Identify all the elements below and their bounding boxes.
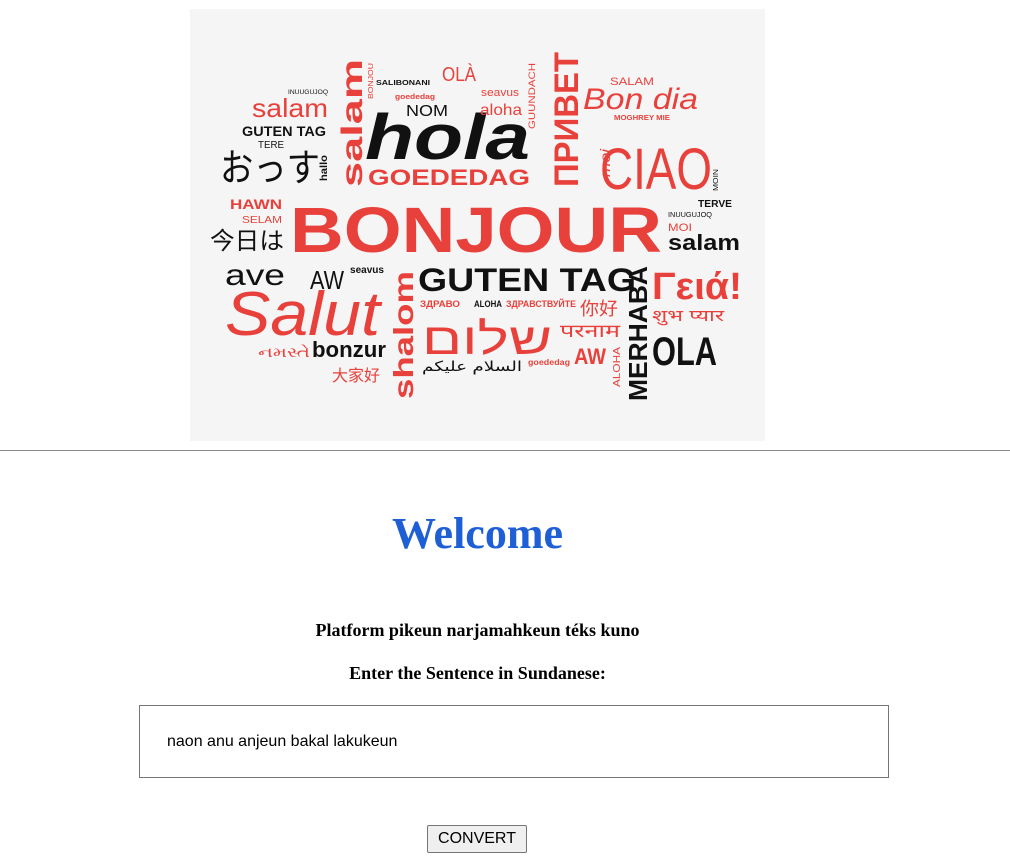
word-goededag-small-1: goededag (395, 94, 435, 101)
word-inuugujoq-2: INUUGUJOQ (668, 212, 713, 219)
word-geia: Γειά! (652, 266, 742, 308)
word-nihao: 你好 (580, 299, 618, 319)
word-moi: moi (597, 148, 613, 177)
word-moghrey-mie: MOGHREY MIE (614, 115, 670, 122)
word-privet: ПРИВЕТ (548, 52, 586, 187)
word-terve: TERVE (698, 199, 732, 210)
divider (0, 450, 1010, 451)
word-zdravstvuyte: ЗДРАВСТВУЙТЕ (506, 298, 576, 309)
page-title: Welcome (391, 509, 564, 558)
word-ossu: おっす (220, 148, 320, 190)
word-salibonani: SALIBONANI (376, 80, 430, 87)
word-seavus-2: seavus (350, 265, 384, 276)
word-inuugujoq-1: INUUGUJOQ (288, 90, 328, 96)
word-nom: NOM (406, 103, 448, 120)
word-guten-tag-small: GUTEN TAG (242, 123, 326, 139)
word-hawn: HAWN (230, 196, 282, 212)
word-moi-caps: MOI (668, 222, 692, 234)
word-selam: SELAM (242, 215, 282, 226)
sentence-prompt-label: Enter the Sentence in Sundanese: (349, 663, 606, 683)
word-goededag-big: GOEDEDAG (368, 165, 530, 190)
word-bonjou: BONJOU (368, 63, 375, 99)
word-tere: TERE (258, 140, 284, 151)
word-aloha-1: aloha (480, 102, 522, 119)
word-shubh-pyar: शुभ प्यार (652, 308, 725, 326)
word-salam-2: salam (336, 59, 369, 187)
word-namaste: નમસ્તે (258, 344, 310, 360)
word-hallo: hallo (319, 155, 330, 181)
word-moin: MOIN (713, 169, 720, 191)
word-assalamu-alaykum: السلام عليكم (422, 358, 522, 375)
word-shalom-hebrew: שלום (422, 315, 552, 364)
word-aloha-3: ALOHA (612, 347, 623, 387)
word-ciao: CIAO (600, 137, 712, 202)
word-aw-1: AW (310, 265, 344, 295)
word-parnam: परनाम (560, 321, 622, 341)
word-merhaba: MERHABA (623, 266, 653, 401)
word-seavus-1: seavus (481, 87, 520, 99)
word-salam-caps: SALAM (610, 76, 654, 88)
word-guundach: GUUNDACH (527, 63, 537, 129)
sundanese-sentence-input[interactable] (139, 705, 889, 778)
page-subtitle: Platform pikeun narjamahkeun téks kuno (315, 620, 640, 640)
word-aw-2: AW (574, 344, 606, 369)
word-bonjour: BONJOUR (290, 194, 662, 266)
word-guten-tag-big: GUTEN TAG (418, 262, 636, 298)
word-ave: ave (225, 259, 285, 292)
word-zdravo: ЗДРАВО (420, 299, 460, 309)
word-ola: OLA (652, 330, 717, 374)
word-salam-1: salam (252, 93, 328, 123)
word-bonzur: bonzur (312, 337, 386, 362)
word-ola-accent: OLÀ (442, 63, 477, 86)
word-shalom: shalom (388, 271, 419, 399)
hero-word-cloud-image: BONJOUR hola CIAO Bon dia ПРИВЕТ salam s… (190, 9, 765, 441)
word-aloha-2: ALOHA (474, 299, 502, 309)
word-dajiahao: 大家好 (332, 367, 380, 385)
convert-button[interactable]: CONVERT (427, 825, 527, 853)
word-konnichiwa: 今日は (210, 228, 284, 255)
